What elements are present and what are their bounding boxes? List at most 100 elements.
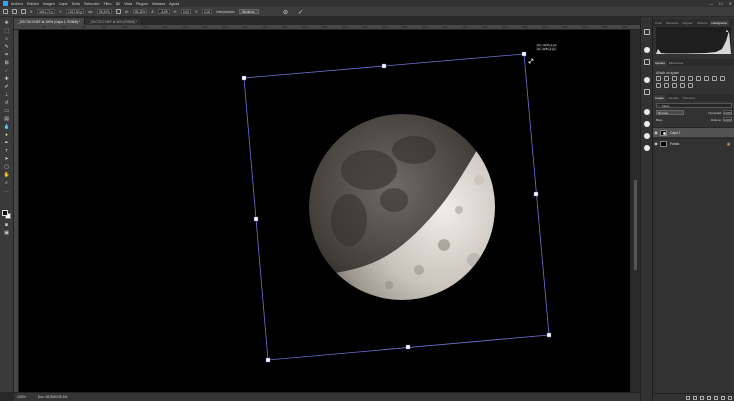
foreground-color-swatch[interactable]	[2, 210, 8, 216]
menu-ayuda[interactable]: Ayuda	[169, 2, 179, 6]
menu-edicion[interactable]: Edición	[27, 2, 39, 6]
minimize-button[interactable]: —	[709, 1, 713, 6]
handle-bottom-right[interactable]	[546, 332, 552, 338]
close-window-button[interactable]: ✕	[729, 1, 732, 6]
stamp-icon[interactable]: ⊥	[3, 93, 10, 99]
move-icon[interactable]: ✥	[3, 21, 10, 27]
menu-imagen[interactable]: Imagen	[43, 2, 55, 6]
menu-vista[interactable]: Vista	[124, 2, 132, 6]
menu-capa[interactable]: Capa	[59, 2, 68, 6]
menu-ventana[interactable]: Ventana	[152, 2, 165, 6]
frame-icon[interactable]: ⊠	[3, 61, 10, 67]
histogram-warning-icon[interactable]: ▲	[725, 28, 729, 33]
color-panel-icon[interactable]	[644, 133, 650, 139]
tab-document-1[interactable]: _DSC7513.NEF al 100% (Capa 1, RGB/8) *	[14, 18, 86, 25]
zoom-icon[interactable]: ⌕	[3, 181, 10, 187]
tab-paths[interactable]: Trazados	[681, 95, 697, 101]
handle-top-left[interactable]	[241, 75, 247, 81]
quick-select-icon[interactable]: ✎	[3, 45, 10, 51]
brightness-icon[interactable]	[656, 76, 661, 81]
layer-style-icon[interactable]	[693, 395, 697, 400]
screen-mode-icon[interactable]: ▣	[3, 231, 10, 237]
lock-icon[interactable]: 🔒	[727, 142, 731, 146]
properties-panel-icon[interactable]	[644, 59, 650, 65]
opacity-field[interactable]: 100%	[723, 110, 732, 115]
angle-field[interactable]: -8,89	[158, 9, 170, 14]
interpolation-select[interactable]: Bicúbica	[239, 9, 260, 14]
history-panel-icon[interactable]	[644, 47, 650, 53]
rectangle-icon[interactable]: ▢	[3, 165, 10, 171]
vskew-field[interactable]: 0,00	[201, 9, 213, 14]
handle-right-middle[interactable]	[533, 191, 539, 197]
visibility-eye-icon[interactable]: ◉	[653, 128, 659, 138]
layer-row-capa-1[interactable]: ◉ Capa 1	[653, 127, 734, 137]
x-field[interactable]: 3491,72 p	[37, 9, 56, 14]
menu-filtro[interactable]: Filtro	[104, 2, 112, 6]
y-field[interactable]: 1927,50 p	[66, 9, 85, 14]
more-icon[interactable]: …	[3, 189, 10, 195]
maximize-button[interactable]: ☐	[719, 1, 723, 6]
quick-mask-icon[interactable]: ◙	[3, 223, 10, 229]
posterize-icon[interactable]	[680, 83, 685, 88]
brush-panel-icon[interactable]	[644, 109, 650, 115]
color-lookup-icon[interactable]	[664, 83, 669, 88]
color-balance-icon[interactable]	[704, 76, 709, 81]
handle-top-middle[interactable]	[381, 63, 387, 69]
info-panel-icon[interactable]	[644, 77, 650, 83]
crop-icon[interactable]: ⌗	[3, 53, 10, 59]
tab-layers[interactable]: Capas	[653, 95, 666, 101]
delete-layer-icon[interactable]	[728, 395, 732, 400]
tool-preset-icon[interactable]	[12, 9, 17, 14]
brush-icon[interactable]: ✐	[3, 85, 10, 91]
hue-saturation-icon[interactable]	[696, 76, 701, 81]
layer-name[interactable]: Fondo	[670, 142, 679, 146]
tab-swatches[interactable]: Muestras	[664, 20, 680, 26]
tab-histogram[interactable]: Histograma	[709, 20, 729, 26]
history-brush-icon[interactable]: ↺	[3, 101, 10, 107]
photo-filter-icon[interactable]	[720, 76, 725, 81]
home-icon[interactable]	[3, 9, 8, 14]
link-icon[interactable]	[115, 9, 121, 14]
black-white-icon[interactable]	[712, 76, 717, 81]
width-field[interactable]: 95,32%	[97, 9, 112, 14]
tab-gradients[interactable]: Degrad.	[681, 20, 696, 26]
vibrance-icon[interactable]	[688, 76, 693, 81]
handle-bottom-left[interactable]	[265, 357, 271, 363]
eraser-icon[interactable]: ▭	[3, 109, 10, 115]
menu-3d[interactable]: 3D	[116, 2, 121, 6]
cancel-transform-button[interactable]: ⊘	[283, 9, 288, 16]
levels-icon[interactable]	[664, 76, 669, 81]
handle-top-right[interactable]	[521, 51, 527, 57]
healing-icon[interactable]: ✚	[3, 77, 10, 83]
clone-source-panel-icon[interactable]	[644, 121, 650, 127]
channel-mixer-icon[interactable]	[656, 83, 661, 88]
menu-seleccion[interactable]: Selección	[84, 2, 100, 6]
tab-document-2[interactable]: _DSC7517.NEF al 50% (RGB/8) *	[85, 18, 143, 25]
layer-name[interactable]: Capa 1	[670, 131, 681, 135]
type-icon[interactable]: T	[3, 149, 10, 155]
exposure-icon[interactable]	[680, 76, 685, 81]
visibility-eye-icon[interactable]: ◉	[653, 139, 659, 149]
commit-transform-button[interactable]: ✓	[298, 9, 303, 16]
tab-adjustments[interactable]: Ajustes	[653, 60, 667, 66]
tab-color[interactable]: Color	[653, 20, 664, 26]
zoom-level[interactable]: 100%	[17, 395, 26, 399]
actions-panel-icon[interactable]	[644, 145, 650, 151]
menu-plugins[interactable]: Plugins	[136, 2, 148, 6]
layer-row-fondo[interactable]: ◉ Fondo 🔒	[653, 138, 734, 148]
eyedropper-icon[interactable]: ⁄	[3, 69, 10, 75]
document-canvas[interactable]	[19, 30, 630, 392]
tab-channels[interactable]: Canales	[666, 95, 681, 101]
add-mask-icon[interactable]	[700, 395, 704, 400]
pen-icon[interactable]: ✒	[3, 141, 10, 147]
menu-texto[interactable]: Texto	[71, 2, 80, 6]
new-adjustment-icon[interactable]	[707, 395, 711, 400]
handle-left-middle[interactable]	[253, 216, 259, 222]
hand-icon[interactable]: ✋	[3, 173, 10, 179]
menu-archivo[interactable]: Archivo	[11, 2, 23, 6]
vertical-scrollbar[interactable]	[632, 30, 640, 392]
marquee-icon[interactable]: ⬚	[3, 29, 10, 35]
hskew-field[interactable]: 0,00	[180, 9, 192, 14]
new-group-icon[interactable]	[714, 395, 718, 400]
blur-icon[interactable]: 💧	[3, 125, 10, 131]
